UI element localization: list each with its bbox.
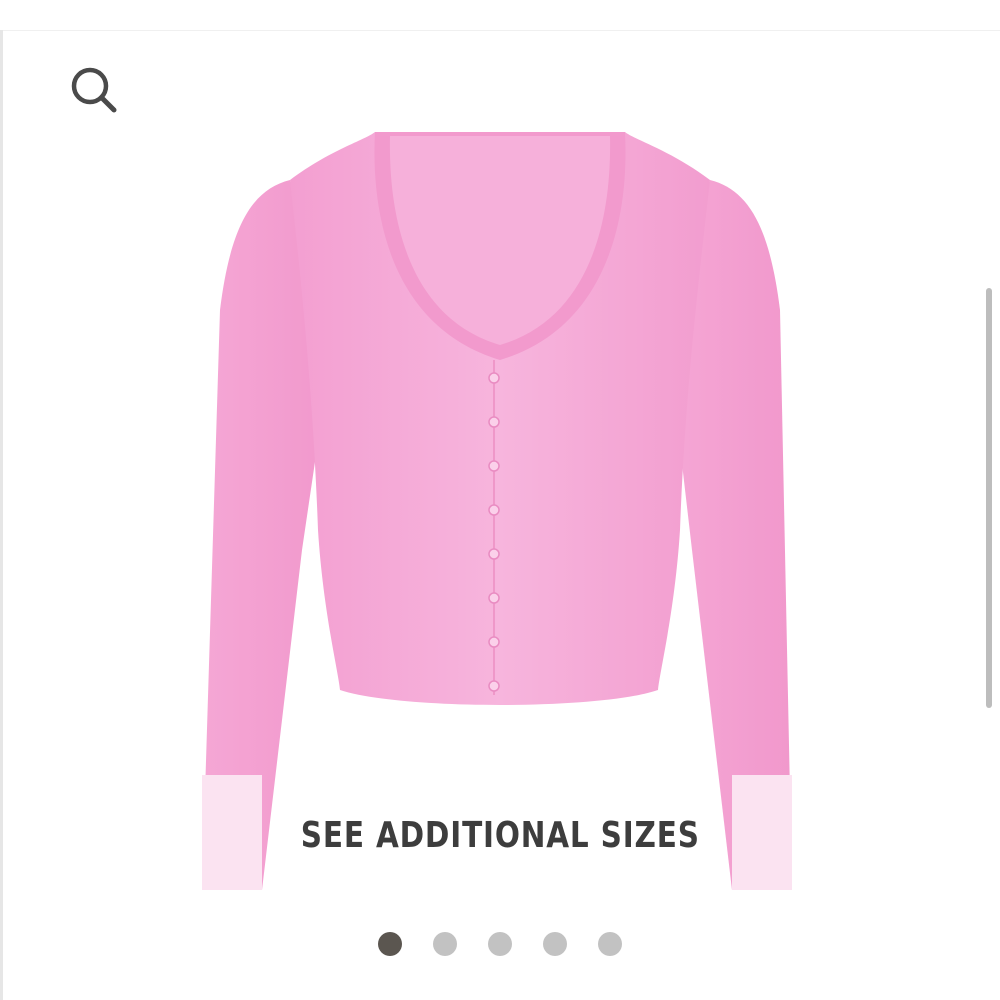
carousel-dot[interactable] — [488, 932, 512, 956]
carousel-dot[interactable] — [543, 932, 567, 956]
see-additional-sizes-label: SEE ADDITIONAL SIZES — [300, 814, 700, 856]
carousel-pagination — [378, 930, 624, 958]
carousel-dot[interactable] — [433, 932, 457, 956]
carousel-dot-active[interactable] — [378, 932, 402, 956]
see-additional-sizes-button[interactable]: SEE ADDITIONAL SIZES — [200, 780, 800, 890]
search-button[interactable] — [64, 60, 120, 116]
carousel-dot[interactable] — [598, 932, 622, 956]
top-bar — [0, 0, 1000, 31]
left-edge-divider — [0, 30, 3, 1000]
product-page: SEE ADDITIONAL SIZES — [0, 0, 1000, 1000]
scrollbar[interactable] — [986, 288, 992, 708]
search-icon — [71, 67, 117, 113]
